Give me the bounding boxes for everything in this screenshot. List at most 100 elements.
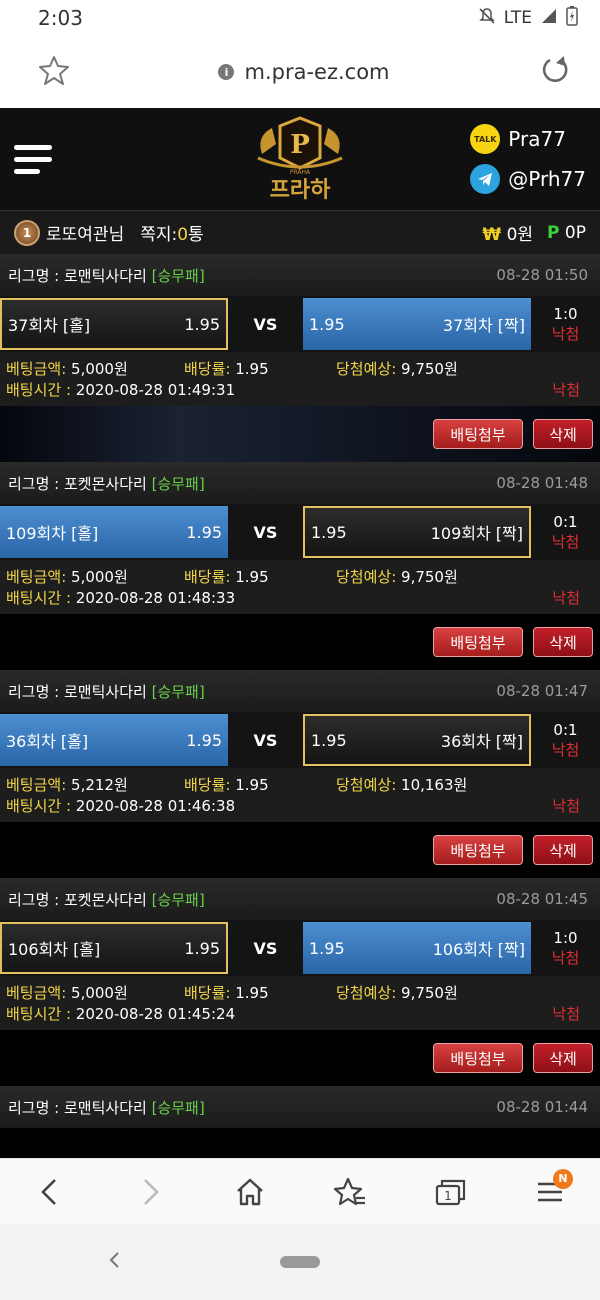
home-option[interactable]: 36회차 [홀] 1.95 xyxy=(0,714,228,766)
bet-amount: 5,000원 xyxy=(71,568,128,586)
menu-button[interactable]: N xyxy=(525,1167,575,1217)
bet-time: 2020-08-28 01:45:24 xyxy=(75,1005,236,1023)
bet-time: 2020-08-28 01:48:33 xyxy=(75,589,236,607)
bet-odds: 1.95 xyxy=(235,776,269,794)
match-date: 08-28 01:45 xyxy=(496,890,588,908)
league-name: 로맨틱사다리 xyxy=(64,266,147,285)
bet-card: 리그명 : 로맨틱사다리 [승무패] 08-28 01:50 37회차 [홀] 1… xyxy=(0,254,600,406)
bet-odds: 1.95 xyxy=(235,360,269,378)
bookmarks-button[interactable] xyxy=(325,1167,375,1217)
point-balance[interactable]: P 0P xyxy=(547,223,586,243)
bet-status: 낙첨 xyxy=(552,589,580,607)
menu-icon[interactable] xyxy=(14,144,52,174)
browser-bottom-nav: 1 N xyxy=(0,1158,600,1224)
bet-card: 리그명 : 포켓몬사다리 [승무패] 08-28 01:48 109회차 [홀]… xyxy=(0,462,600,614)
game-type-tag: [승무패] xyxy=(151,266,205,285)
match-date: 08-28 01:48 xyxy=(496,474,588,492)
league-row: 리그명 : 로맨틱사다리 [승무패] 08-28 01:44 xyxy=(0,1086,600,1128)
match-result: 1:0 낙첨 xyxy=(551,305,580,343)
attach-bet-button[interactable]: 배팅첨부 xyxy=(433,627,523,657)
expected-win: 9,750원 xyxy=(401,984,458,1002)
message-link[interactable]: 쪽지:0통 xyxy=(140,220,203,245)
status-time: 2:03 xyxy=(38,6,83,30)
bet-time: 2020-08-28 01:49:31 xyxy=(75,381,236,399)
forward-button[interactable] xyxy=(125,1167,175,1217)
bookmark-star-icon[interactable] xyxy=(38,54,70,90)
bet-status: 낙첨 xyxy=(552,1005,580,1023)
info-icon[interactable]: i xyxy=(218,64,235,80)
away-option[interactable]: 1.95 37회차 [짝] xyxy=(303,298,531,350)
bet-odds: 1.95 xyxy=(235,568,269,586)
away-option[interactable]: 1.95 36회차 [짝] xyxy=(303,714,531,766)
telegram-id: @Prh77 xyxy=(508,167,586,191)
status-icons: LTE xyxy=(478,5,578,31)
expected-win: 10,163원 xyxy=(401,776,468,794)
match-row: 37회차 [홀] 1.95 VS 1.95 37회차 [짝] 1:0 낙첨 xyxy=(0,296,600,352)
game-type-tag: [승무패] xyxy=(151,682,205,701)
site-logo[interactable]: P PRAHA 프라하 xyxy=(250,114,350,204)
home-option[interactable]: 109회차 [홀] 1.95 xyxy=(0,506,228,558)
bet-card: 리그명 : 로맨틱사다리 [승무패] 08-28 01:47 36회차 [홀] 1… xyxy=(0,670,600,822)
system-home-pill[interactable] xyxy=(280,1256,320,1268)
delete-button[interactable]: 삭제 xyxy=(533,1043,593,1073)
match-date: 08-28 01:47 xyxy=(496,682,588,700)
delete-button[interactable]: 삭제 xyxy=(533,835,593,865)
bet-amount: 5,212원 xyxy=(71,776,128,794)
reload-icon[interactable] xyxy=(538,53,572,91)
attach-bet-button[interactable]: 배팅첨부 xyxy=(433,1043,523,1073)
attach-bet-button[interactable]: 배팅첨부 xyxy=(433,419,523,449)
back-arrow-icon xyxy=(41,1178,56,1205)
away-option[interactable]: 1.95 106회차 [짝] xyxy=(303,922,531,974)
league-name: 포켓몬사다리 xyxy=(64,890,147,909)
bet-actions: 배팅첨부 삭제 xyxy=(0,406,600,462)
delete-button[interactable]: 삭제 xyxy=(533,627,593,657)
bet-actions: 배팅첨부 삭제 xyxy=(0,1030,600,1086)
level-badge-icon: 1 xyxy=(14,219,40,246)
league-row: 리그명 : 포켓몬사다리 [승무패] 08-28 01:45 xyxy=(0,878,600,920)
telegram-icon xyxy=(470,164,501,194)
home-option[interactable]: 37회차 [홀] 1.95 xyxy=(0,298,228,350)
svg-text:P: P xyxy=(290,130,310,160)
home-option[interactable]: 106회차 [홀] 1.95 xyxy=(0,922,228,974)
home-button[interactable] xyxy=(225,1167,275,1217)
delete-button[interactable]: 삭제 xyxy=(533,419,593,449)
away-option[interactable]: 1.95 109회차 [짝] xyxy=(303,506,531,558)
battery-icon xyxy=(566,5,578,31)
league-name: 로맨틱사다리 xyxy=(64,682,147,701)
user-bar: 1 로또여관님 쪽지:0통 ₩ 0원 P 0P xyxy=(0,210,600,254)
game-type-tag: [승무패] xyxy=(151,1098,205,1117)
kakao-id: Pra77 xyxy=(508,127,566,151)
telegram-contact[interactable]: @Prh77 xyxy=(470,164,586,194)
money-balance[interactable]: ₩ 0원 xyxy=(482,220,533,245)
mute-icon xyxy=(478,7,496,30)
league-name: 포켓몬사다리 xyxy=(64,474,147,493)
match-result: 0:1 낙첨 xyxy=(551,513,580,551)
svg-text:1: 1 xyxy=(444,1189,452,1203)
tabs-button[interactable]: 1 xyxy=(425,1167,475,1217)
attach-bet-button[interactable]: 배팅첨부 xyxy=(433,835,523,865)
site-brand-name: 프라하 xyxy=(269,178,331,203)
status-bar: 2:03 LTE xyxy=(0,0,600,36)
bet-status: 낙첨 xyxy=(552,381,580,399)
home-icon xyxy=(237,1178,263,1205)
user-name[interactable]: 로또여관님 xyxy=(46,220,124,245)
kakao-contact[interactable]: TALK Pra77 xyxy=(470,124,566,154)
game-type-tag: [승무패] xyxy=(151,474,205,493)
bet-amount: 5,000원 xyxy=(71,984,128,1002)
kakaotalk-icon: TALK xyxy=(470,124,501,154)
bet-info: 베팅금액: 5,000원 배당률: 1.95 당첨예상: 9,750원 배팅시간 :… xyxy=(0,352,600,406)
network-label: LTE xyxy=(503,8,532,28)
expected-win: 9,750원 xyxy=(401,568,458,586)
expected-win: 9,750원 xyxy=(401,360,458,378)
balance-info: ₩ 0원 P 0P xyxy=(482,220,586,246)
android-navigation-bar xyxy=(0,1224,600,1300)
vs-label: VS xyxy=(253,522,278,542)
back-button[interactable] xyxy=(25,1167,75,1217)
notification-badge: N xyxy=(553,1168,573,1189)
system-back-icon[interactable] xyxy=(108,1250,122,1274)
match-result: 0:1 낙첨 xyxy=(551,721,580,759)
point-icon: P xyxy=(547,222,560,243)
logo-emblem-icon: P PRAHA xyxy=(257,116,343,176)
url-display[interactable]: i m.pra-ez.com xyxy=(218,60,390,84)
vs-label: VS xyxy=(253,730,278,750)
